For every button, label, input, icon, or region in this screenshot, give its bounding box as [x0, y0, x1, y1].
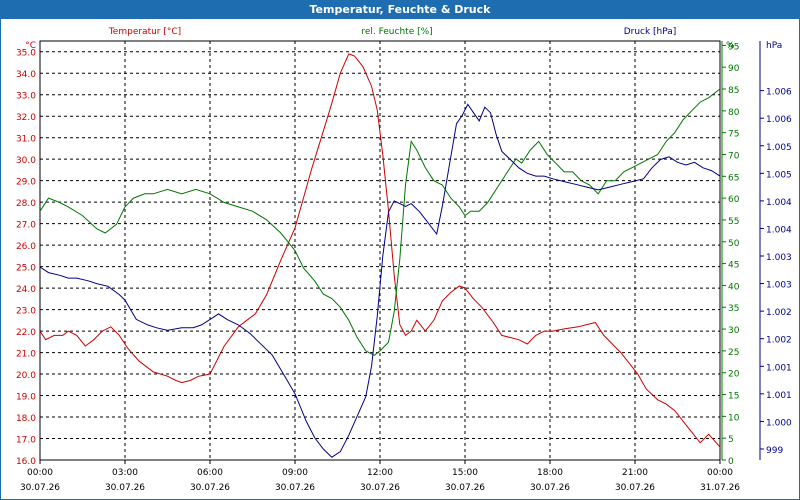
temperature-series-label: Temperatur [°C]	[108, 27, 181, 37]
pressure-tick-label: 1.005	[766, 170, 792, 180]
humidity-series-label: rel. Feuchte [%]	[361, 27, 432, 37]
temperature-tick-label: 33.0	[16, 92, 36, 102]
x-tick-date: 31.07.26	[700, 483, 740, 493]
temperature-tick-label: 29.0	[16, 178, 36, 188]
pressure-tick-label: 1.002	[766, 336, 792, 346]
pressure-tick-label: 1.006	[766, 88, 792, 98]
humidity-tick-label: 10	[728, 413, 740, 423]
humidity-tick-label: 45	[728, 261, 739, 271]
x-tick-time: 18:00	[537, 468, 563, 478]
temperature-tick-label: 18.0	[16, 414, 36, 424]
pressure-tick-label: 1.001	[766, 363, 792, 373]
x-tick-date: 30.07.26	[20, 483, 60, 493]
window-title: Temperatur, Feuchte & Druck	[0, 0, 800, 19]
pressure-tick-label: 1.003	[766, 281, 792, 291]
humidity-tick-label: 0	[728, 457, 734, 467]
pressure-unit-label: hPa	[766, 41, 782, 51]
temperature-tick-label: 24.0	[16, 285, 36, 295]
temperature-tick-label: 23.0	[16, 307, 36, 317]
temperature-tick-label: 19.0	[16, 393, 36, 403]
humidity-unit-label: %	[726, 41, 735, 51]
x-tick-time: 00:00	[707, 468, 733, 478]
temperature-tick-label: 25.0	[16, 264, 36, 274]
temperature-tick-label: 31.0	[16, 135, 36, 145]
humidity-tick-label: 70	[728, 151, 740, 161]
x-tick-time: 15:00	[452, 468, 478, 478]
humidity-tick-label: 5	[728, 435, 734, 445]
humidity-tick-label: 50	[728, 239, 740, 249]
x-tick-date: 30.07.26	[190, 483, 230, 493]
pressure-tick-label: 1.000	[766, 418, 792, 428]
x-tick-date: 30.07.26	[445, 483, 485, 493]
humidity-tick-label: 55	[728, 217, 739, 227]
temperature-tick-label: 30.0	[16, 156, 36, 166]
temperature-tick-label: 27.0	[16, 221, 36, 231]
temperature-tick-label: 34.0	[16, 70, 36, 80]
temperature-tick-label: 17.0	[16, 436, 36, 446]
temperature-tick-label: 20.0	[16, 371, 36, 381]
temperature-tick-label: 16.0	[16, 457, 36, 467]
x-tick-date: 30.07.26	[530, 483, 570, 493]
temperature-tick-label: 26.0	[16, 242, 36, 252]
x-tick-time: 21:00	[622, 468, 648, 478]
pressure-tick-label: 999	[766, 446, 783, 456]
humidity-tick-label: 25	[728, 348, 739, 358]
x-tick-date: 30.07.26	[105, 483, 145, 493]
humidity-tick-label: 35	[728, 304, 739, 314]
x-tick-time: 00:00	[27, 468, 53, 478]
temperature-unit-label: °C	[25, 41, 36, 51]
x-tick-date: 30.07.26	[275, 483, 315, 493]
pressure-tick-label: 1.004	[766, 198, 792, 208]
pressure-tick-label: 1.003	[766, 253, 792, 263]
pressure-tick-label: 1.005	[766, 143, 792, 153]
temperature-tick-label: 32.0	[16, 113, 36, 123]
x-tick-time: 03:00	[112, 468, 138, 478]
pressure-tick-label: 1.006	[766, 115, 792, 125]
x-tick-date: 30.07.26	[360, 483, 400, 493]
humidity-tick-label: 15	[728, 392, 739, 402]
humidity-tick-label: 85	[728, 86, 739, 96]
temperature-tick-label: 21.0	[16, 350, 36, 360]
pressure-tick-label: 1.001	[766, 391, 792, 401]
humidity-tick-label: 60	[728, 195, 740, 205]
pressure-series-label: Druck [hPa]	[624, 27, 677, 37]
x-tick-time: 12:00	[367, 468, 393, 478]
humidity-tick-label: 30	[728, 326, 740, 336]
temperature-tick-label: 22.0	[16, 328, 36, 338]
humidity-tick-label: 80	[728, 108, 740, 118]
humidity-tick-label: 90	[728, 64, 740, 74]
humidity-tick-label: 65	[728, 173, 739, 183]
chart: 16.0 17.0 18.0 19.0 20.0 21.0 22.0 23.0 24.0 25.0…	[16, 27, 792, 493]
pressure-tick-label: 1.004	[766, 225, 792, 235]
pressure-tick-label: 1.002	[766, 308, 792, 318]
humidity-tick-label: 40	[728, 282, 740, 292]
x-tick-time: 09:00	[282, 468, 308, 478]
x-tick-date: 30.07.26	[615, 483, 655, 493]
temperature-tick-label: 28.0	[16, 199, 36, 209]
humidity-tick-label: 20	[728, 370, 740, 380]
temperature-series-line	[39, 53, 721, 448]
humidity-tick-label: 75	[728, 130, 739, 140]
x-tick-time: 06:00	[197, 468, 223, 478]
